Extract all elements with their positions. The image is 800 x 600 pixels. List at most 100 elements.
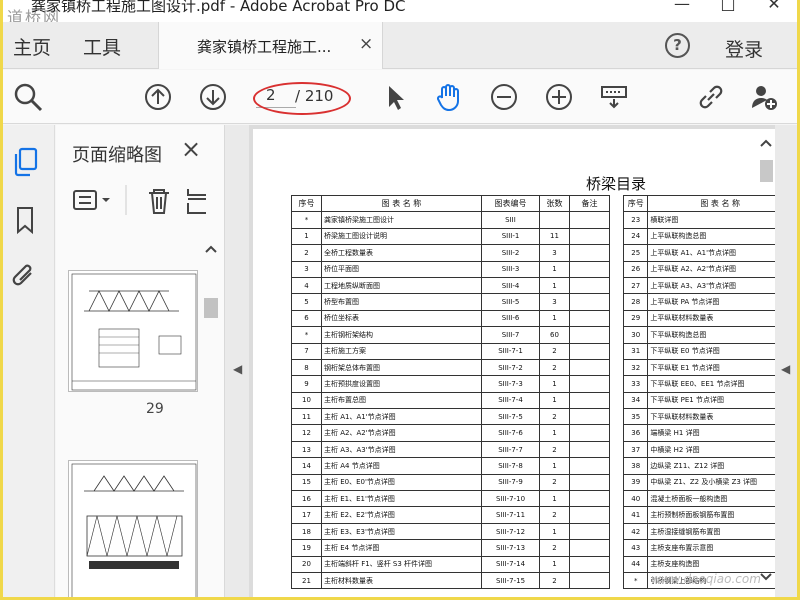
zoom-search-icon[interactable] <box>13 82 43 112</box>
table-row: 16 主桁 E1、E1'节点详图 SIII-7-10 1 <box>291 490 610 508</box>
table-cell: 1 <box>539 375 570 393</box>
table-cell: * <box>622 571 649 590</box>
table-cell: 25 <box>622 244 649 262</box>
table-cell: 2 <box>539 539 570 557</box>
table-cell <box>569 555 610 573</box>
table-row: 21 主桁材料数量表 SIII-7-15 2 <box>291 571 610 590</box>
table-row: 26 上平纵联 A2、A2'节点详图 <box>622 260 775 278</box>
page-thumbnail[interactable] <box>68 270 198 392</box>
table-row: 42 主桥湿接缝钢筋布置图 <box>622 522 775 541</box>
table-cell: SIII-7-1 <box>481 342 540 360</box>
table-cell: SIII-4 <box>481 276 540 295</box>
zoom-in-icon[interactable] <box>544 82 574 112</box>
page-thumbnail[interactable] <box>68 460 198 597</box>
document-tab-title: 龚家镇桥工程施工... <box>197 38 332 56</box>
table-row: 38 边纵梁 Z11、Z12 详图 <box>622 457 775 475</box>
table-row: 35 下平纵联材料数量表 <box>622 408 775 426</box>
toolbar: 2 / 210 <box>3 70 797 124</box>
table-cell <box>569 440 610 459</box>
maximize-button[interactable]: □ <box>705 0 751 13</box>
close-tab-button[interactable]: × <box>359 34 373 54</box>
table-cell: SIII-7-2 <box>481 358 540 377</box>
table-cell: 30 <box>622 326 649 344</box>
table-row: 25 上平纵联 A1、A1'节点详图 <box>622 244 775 262</box>
tab-document[interactable]: 龚家镇桥工程施工... × <box>158 22 383 69</box>
tab-home[interactable]: 主页 <box>13 33 51 60</box>
table-cell: 11 <box>539 227 570 246</box>
column-header: 序号 <box>291 194 322 213</box>
table-row: 43 主桥支座布置示意图 <box>622 539 775 557</box>
table-row: * 龚家镇桥梁施工图设计 SIII <box>291 211 610 229</box>
column-header: 备注 <box>569 194 610 213</box>
table-cell: 2 <box>539 506 570 524</box>
previous-page-icon[interactable] <box>143 82 173 112</box>
table-cell: 44 <box>622 555 649 573</box>
table-cell: 20 <box>291 555 322 573</box>
tab-tools[interactable]: 工具 <box>83 33 121 60</box>
zoom-out-icon[interactable] <box>489 82 519 112</box>
bookmark-icon[interactable] <box>11 205 39 235</box>
table-row: 6 桥位坐标表 SIII-6 1 <box>291 309 610 328</box>
crop-pages-icon[interactable] <box>187 189 206 214</box>
add-user-icon[interactable] <box>749 82 779 112</box>
login-button[interactable]: 登录 <box>725 35 763 62</box>
help-icon[interactable]: ? <box>665 33 690 58</box>
thumbnail-scrollbar[interactable] <box>201 240 221 595</box>
table-row: 37 中横梁 H2 详图 <box>622 440 775 459</box>
hand-tool-icon[interactable] <box>433 82 463 112</box>
table-cell: 28 <box>622 293 649 311</box>
table-cell: 3 <box>539 244 570 262</box>
table-cell: 桥梁施工图设计说明 <box>321 227 482 246</box>
table-row: 1 桥梁施工图设计说明 SIII-1 11 <box>291 227 610 246</box>
table-row: 24 上平纵联构造总图 <box>622 227 775 246</box>
collapse-left-panel-handle[interactable]: ◀ <box>225 125 249 597</box>
table-cell: 主桁 E3、E3'节点详图 <box>321 522 482 541</box>
table-cell: 29 <box>622 309 649 328</box>
table-cell: 43 <box>622 539 649 557</box>
panel-toolbar <box>66 185 206 225</box>
table-cell: 5 <box>291 293 322 311</box>
minimize-button[interactable]: — <box>659 0 705 13</box>
keyboard-icon[interactable] <box>599 82 629 112</box>
close-window-button[interactable]: ✕ <box>751 0 797 13</box>
table-cell: 1 <box>539 309 570 328</box>
title-bar: 道桥网 龚家镇桥工程施工图设计.pdf - Adobe Acrobat Pro … <box>3 0 797 27</box>
table-cell <box>569 506 610 524</box>
table-row: 44 主桥支座构造图 <box>622 555 775 573</box>
close-panel-button[interactable]: × <box>181 135 201 163</box>
table-cell: 2 <box>539 473 570 492</box>
table-cell: 1 <box>539 490 570 508</box>
table-cell <box>569 391 610 410</box>
table-cell: SIII-7-15 <box>481 571 540 590</box>
page-thumbnails-icon[interactable] <box>11 147 39 177</box>
table-cell: 主桁预拱度设置图 <box>321 375 482 393</box>
table-cell: SIII-7-9 <box>481 473 540 492</box>
navigation-rail <box>3 125 55 597</box>
table-cell <box>569 309 610 328</box>
document-scrollbar[interactable] <box>756 128 776 594</box>
table-cell: SIII-7 <box>481 326 540 344</box>
table-row: 33 下平纵联 EE0、EE1 节点详图 <box>622 375 775 393</box>
thumbnail-page-number: 29 <box>146 401 164 417</box>
table-row: 23 横联详图 <box>622 211 775 229</box>
table-cell <box>569 293 610 311</box>
collapse-right-panel-handle[interactable]: ◀ <box>775 125 797 597</box>
table-cell: SIII-3 <box>481 260 540 278</box>
select-cursor-icon[interactable] <box>381 82 411 112</box>
table-cell: 35 <box>622 408 649 426</box>
share-link-icon[interactable] <box>696 82 726 112</box>
table-cell: 桥位平面图 <box>321 260 482 278</box>
table-cell <box>569 227 610 246</box>
table-row: 27 上平纵联 A3、A3'节点详图 <box>622 276 775 295</box>
options-menu-icon[interactable] <box>73 190 110 210</box>
table-cell: 2 <box>539 408 570 426</box>
column-header: 张数 <box>539 194 570 213</box>
table-cell: 6 <box>291 309 322 328</box>
table-row: 10 主桁布置总图 SIII-7-4 1 <box>291 391 610 410</box>
table-cell: 33 <box>622 375 649 393</box>
next-page-icon[interactable] <box>198 82 228 112</box>
table-cell: 13 <box>291 440 322 459</box>
delete-icon[interactable] <box>149 189 169 214</box>
table-cell: 主桁 E2、E2'节点详图 <box>321 506 482 524</box>
attachment-icon[interactable] <box>11 261 39 291</box>
